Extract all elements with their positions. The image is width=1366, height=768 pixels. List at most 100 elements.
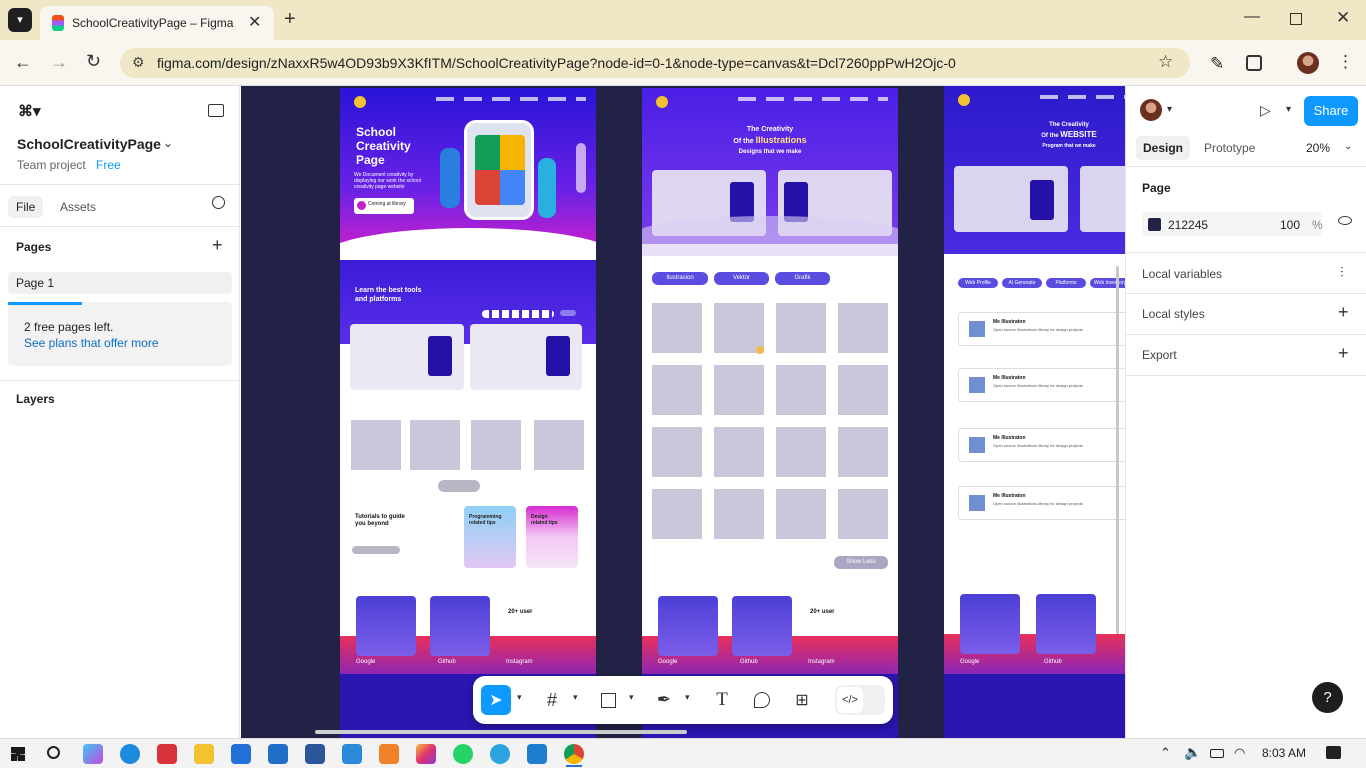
color-swatch[interactable]: [1148, 218, 1161, 231]
gallery-item[interactable]: [652, 303, 702, 353]
see-plans-link[interactable]: See plans that offer more: [24, 336, 159, 350]
store-icon[interactable]: [157, 744, 177, 764]
chevron-down-icon[interactable]: ▾: [629, 692, 634, 703]
user-card[interactable]: [430, 596, 490, 656]
play-icon[interactable]: ▷: [1260, 102, 1271, 119]
project-list-item[interactable]: Me Illustraton Open source illustrations…: [958, 312, 1125, 346]
vscode-icon[interactable]: [527, 744, 547, 764]
gallery-item[interactable]: [838, 489, 888, 539]
tab-prototype[interactable]: Prototype: [1204, 141, 1255, 155]
page-item-page-1[interactable]: Page 1: [8, 272, 232, 294]
text-tool-button[interactable]: T: [707, 685, 737, 715]
move-tool-button[interactable]: ➤: [481, 685, 511, 715]
featured-card[interactable]: [1080, 166, 1125, 232]
project-list-item[interactable]: Me Illustraton Open source illustrations…: [958, 428, 1125, 462]
chrome-icon[interactable]: [564, 744, 584, 764]
chevron-up-icon[interactable]: ⌃: [1160, 745, 1171, 761]
carousel-next[interactable]: [560, 310, 576, 316]
user-card[interactable]: [732, 596, 792, 656]
pen-tool-button[interactable]: ✒: [649, 685, 679, 715]
tab-search-button[interactable]: ▾: [8, 8, 32, 32]
chevron-down-icon[interactable]: ▾: [1286, 104, 1291, 115]
edge-icon[interactable]: [120, 744, 140, 764]
filter-web-inventory[interactable]: Web Inventory: [1090, 278, 1125, 288]
tab-design[interactable]: Design: [1136, 136, 1191, 160]
design-tip-card[interactable]: Design related tips: [526, 506, 578, 568]
reload-icon[interactable]: ↻: [86, 51, 101, 72]
footer-link-instagram[interactable]: Instagram: [506, 659, 533, 665]
copilot-icon[interactable]: [83, 744, 103, 764]
gallery-item[interactable]: [776, 489, 826, 539]
help-button[interactable]: ?: [1312, 682, 1343, 713]
toggle-sidebar-icon[interactable]: [208, 104, 224, 117]
tutorials-button[interactable]: [352, 546, 400, 554]
frame-website[interactable]: The Creativity Of the WEBSITE Program th…: [944, 86, 1125, 738]
filter-vektor[interactable]: Vektor: [714, 272, 769, 285]
programming-tip-card[interactable]: Programming related tips: [464, 506, 516, 568]
user-avatar[interactable]: [1140, 99, 1162, 121]
file-name-chevron-icon[interactable]: ⌄: [163, 136, 173, 150]
chevron-down-icon[interactable]: ▾: [573, 692, 578, 703]
tab-file[interactable]: File: [8, 196, 44, 218]
microsoft-store-icon[interactable]: [231, 744, 251, 764]
pen-extension-icon[interactable]: ✎: [1210, 54, 1224, 74]
share-button[interactable]: Share: [1304, 96, 1358, 126]
comment-tool-button[interactable]: [747, 685, 777, 715]
site-settings-icon[interactable]: ⚙: [132, 54, 145, 71]
windows-start-icon[interactable]: [11, 747, 25, 761]
chevron-down-icon[interactable]: ▾: [1167, 104, 1172, 115]
user-card[interactable]: [1036, 594, 1096, 654]
user-card[interactable]: [356, 596, 416, 656]
restore-icon[interactable]: [1290, 13, 1302, 25]
bookmark-star-icon[interactable]: ☆: [1158, 52, 1173, 72]
eye-icon[interactable]: [1338, 216, 1352, 225]
gallery-item[interactable]: [714, 303, 764, 353]
notifications-icon[interactable]: [1326, 746, 1341, 759]
canvas-scrollbar[interactable]: [315, 730, 687, 734]
show-less-button[interactable]: Show Less: [834, 556, 888, 569]
color-hex[interactable]: 212245: [1168, 218, 1208, 232]
gallery-item[interactable]: [714, 489, 764, 539]
file-explorer-icon[interactable]: [194, 744, 214, 764]
mail-icon[interactable]: [268, 744, 288, 764]
opacity-value[interactable]: 100: [1280, 218, 1300, 232]
export-label[interactable]: Export: [1142, 348, 1177, 362]
filter-ilustrasion[interactable]: Ilustrasion: [652, 272, 708, 285]
wifi-icon[interactable]: ◠: [1234, 745, 1245, 761]
gallery-item[interactable]: [838, 365, 888, 415]
search-icon[interactable]: [212, 196, 225, 209]
new-tab-icon[interactable]: +: [284, 8, 296, 31]
gallery-item[interactable]: [652, 427, 702, 477]
instagram-icon[interactable]: [416, 744, 436, 764]
close-window-icon[interactable]: ✕: [1336, 8, 1350, 28]
chevron-down-icon[interactable]: ⌄: [1344, 141, 1352, 152]
extensions-icon[interactable]: [1246, 55, 1262, 71]
dev-mode-toggle[interactable]: </>: [835, 685, 885, 715]
variables-icon[interactable]: ⫶: [1340, 264, 1344, 281]
user-card[interactable]: [658, 596, 718, 656]
project-list-item[interactable]: Me Illustraton Open source illustrations…: [958, 368, 1125, 402]
word-icon[interactable]: [305, 744, 325, 764]
footer-link-google[interactable]: Google: [960, 659, 979, 665]
add-page-icon[interactable]: +: [212, 235, 223, 256]
filter-grafik[interactable]: Grafik: [775, 272, 830, 285]
plan-badge[interactable]: Free: [96, 158, 121, 172]
close-icon[interactable]: ✕: [248, 12, 261, 32]
design-canvas[interactable]: School Creativity Page We Document creat…: [241, 86, 1125, 738]
telegram-icon[interactable]: [490, 744, 510, 764]
chevron-down-icon[interactable]: ▾: [685, 692, 690, 703]
tab-assets[interactable]: Assets: [60, 200, 96, 214]
background-color-field[interactable]: 212245 100 %: [1142, 212, 1323, 236]
gallery-item[interactable]: [776, 427, 826, 477]
footer-link-github[interactable]: Github: [438, 659, 456, 665]
gallery-item[interactable]: [652, 365, 702, 415]
app-icon[interactable]: [379, 744, 399, 764]
volume-icon[interactable]: 🔈: [1184, 744, 1201, 761]
news-icon[interactable]: [342, 744, 362, 764]
actions-tool-button[interactable]: ⊞: [787, 685, 817, 715]
carousel-dots[interactable]: [482, 310, 554, 318]
filter-platforms[interactable]: Platforms: [1046, 278, 1086, 288]
forward-icon[interactable]: →: [50, 52, 68, 73]
gallery-item[interactable]: [776, 303, 826, 353]
user-card[interactable]: [960, 594, 1020, 654]
